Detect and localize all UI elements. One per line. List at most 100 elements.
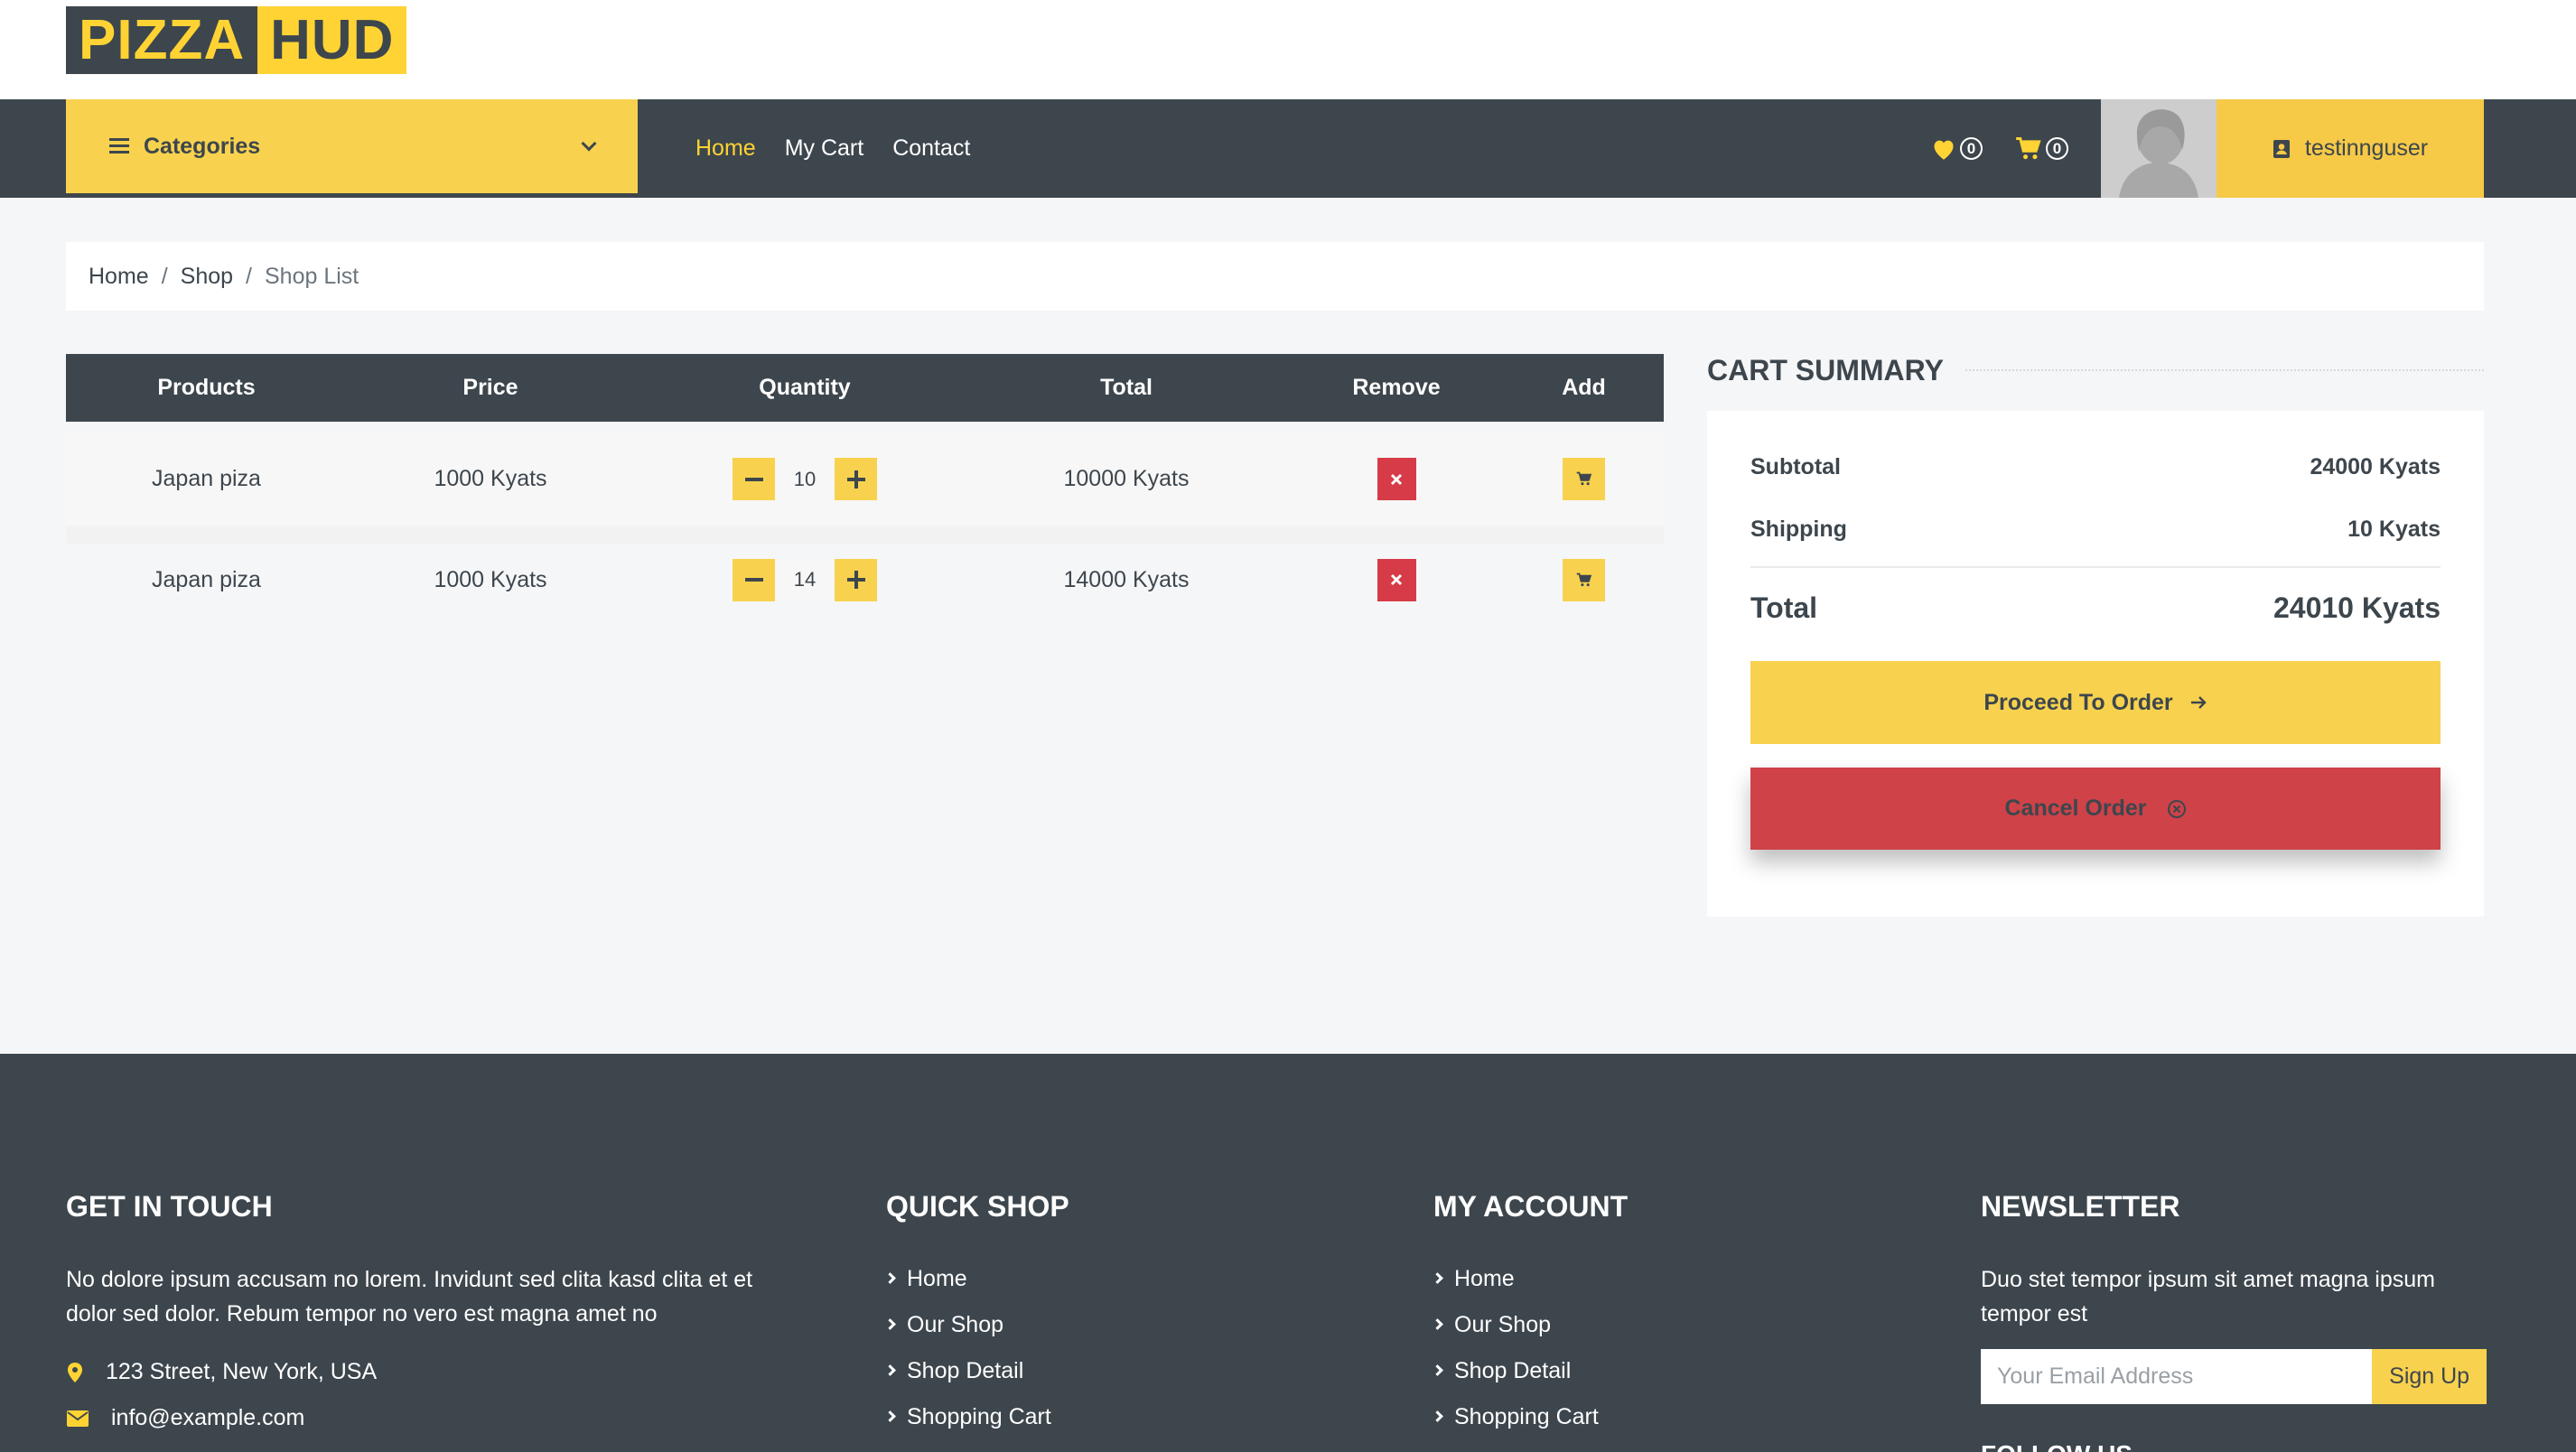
total-value: 24010 Kyats bbox=[2273, 591, 2441, 624]
shopping-cart-icon bbox=[2016, 136, 2041, 159]
increase-quantity-button[interactable] bbox=[835, 458, 877, 500]
address-text: 123 Street, New York, USA bbox=[106, 1359, 378, 1384]
footer-link-label: Home bbox=[1454, 1266, 1515, 1291]
footer-link-our-shop[interactable]: Our Shop bbox=[1432, 1302, 1885, 1348]
column-header-total: Total bbox=[1100, 375, 1153, 400]
decrease-quantity-button[interactable] bbox=[733, 558, 775, 601]
breadcrumb-separator: / bbox=[161, 263, 168, 289]
chevron-right-icon bbox=[1432, 1317, 1443, 1330]
remove-item-button[interactable] bbox=[1377, 458, 1416, 500]
shipping-row: Shipping 10 Kyats bbox=[1750, 517, 2441, 543]
nav-link-contact[interactable]: Contact bbox=[892, 135, 970, 162]
page: PIZZA HUD Categories Home My Cart Contac… bbox=[0, 0, 2576, 1452]
footer-heading: GET IN TOUCH bbox=[66, 1190, 273, 1223]
username-label: testinnguser bbox=[2304, 135, 2429, 161]
row-total: 14000 Kyats bbox=[1063, 566, 1190, 592]
footer: GET IN TOUCH No dolore ipsum accusam no … bbox=[0, 1054, 2576, 1452]
shipping-label: Shipping bbox=[1750, 517, 1847, 542]
product-name: Japan piza bbox=[152, 566, 261, 592]
footer-link-label: Shop Detail bbox=[1454, 1358, 1572, 1383]
newsletter-form: Sign Up bbox=[1981, 1349, 2487, 1404]
chevron-right-icon bbox=[1432, 1410, 1443, 1422]
cancel-label: Cancel Order bbox=[2004, 796, 2147, 821]
footer-link-shopping-cart[interactable]: Shopping Cart bbox=[1432, 1394, 1885, 1440]
categories-dropdown[interactable]: Categories bbox=[66, 99, 638, 193]
cancel-order-button[interactable]: Cancel Order bbox=[1750, 768, 2441, 850]
avatar[interactable] bbox=[2101, 99, 2217, 198]
brand-part-1: PIZZA bbox=[66, 6, 258, 74]
cart-count-badge: 0 bbox=[2046, 137, 2068, 160]
shopping-cart-icon bbox=[1576, 572, 1591, 586]
footer-link-shopping-cart[interactable]: Shopping Cart bbox=[884, 1394, 1338, 1440]
subtotal-label: Subtotal bbox=[1750, 454, 1841, 479]
breadcrumb-current: Shop List bbox=[264, 263, 359, 289]
breadcrumb: Home / Shop / Shop List bbox=[66, 242, 2484, 311]
close-icon bbox=[1390, 573, 1403, 586]
nav-link-home[interactable]: Home bbox=[695, 135, 756, 162]
nav-icons: 0 0 bbox=[1931, 99, 2068, 198]
footer-link-label: Shop Detail bbox=[907, 1358, 1024, 1383]
row-total: 10000 Kyats bbox=[1063, 466, 1190, 491]
increase-quantity-button[interactable] bbox=[835, 558, 877, 601]
add-cell bbox=[1516, 458, 1652, 500]
footer-link-shop-detail[interactable]: Shop Detail bbox=[884, 1348, 1338, 1394]
user-card-icon bbox=[2273, 139, 2290, 158]
minus-icon bbox=[744, 477, 763, 481]
column-header-remove: Remove bbox=[1352, 375, 1441, 400]
product-price: 1000 Kyats bbox=[434, 466, 547, 491]
menu-icon bbox=[109, 138, 129, 154]
quantity-value[interactable]: 14 bbox=[775, 558, 835, 601]
brand-logo[interactable]: PIZZA HUD bbox=[66, 6, 407, 74]
wishlist-button[interactable]: 0 bbox=[1931, 137, 1983, 161]
quantity-stepper: 10 bbox=[634, 458, 975, 500]
add-to-cart-button[interactable] bbox=[1563, 558, 1605, 601]
footer-link-shop-detail[interactable]: Shop Detail bbox=[1432, 1348, 1885, 1394]
total-label: Total bbox=[1750, 591, 1818, 624]
column-header-quantity: Quantity bbox=[759, 375, 851, 400]
breadcrumb-shop[interactable]: Shop bbox=[181, 264, 233, 290]
cart-summary: Subtotal 24000 Kyats Shipping 10 Kyats T… bbox=[1707, 411, 2484, 917]
email-text[interactable]: info@example.com bbox=[111, 1405, 304, 1431]
user-account-button[interactable]: testinnguser bbox=[2217, 99, 2484, 198]
heart-icon bbox=[1934, 140, 1954, 160]
categories-label: Categories bbox=[144, 133, 261, 159]
add-to-cart-button[interactable] bbox=[1563, 458, 1605, 500]
cart-summary-heading: CART SUMMARY bbox=[1707, 352, 2484, 388]
column-header-add: Add bbox=[1562, 375, 1606, 400]
proceed-to-order-button[interactable]: Proceed To Order bbox=[1750, 661, 2441, 744]
footer-link-home[interactable]: Home bbox=[884, 1256, 1338, 1302]
nav-link-my-cart[interactable]: My Cart bbox=[785, 135, 864, 162]
quantity-value[interactable]: 10 bbox=[775, 458, 835, 500]
cart-button[interactable]: 0 bbox=[2015, 136, 2068, 162]
address-row: 123 Street, New York, USA bbox=[66, 1349, 807, 1395]
total-row: Total 24010 Kyats bbox=[1750, 591, 2441, 625]
remove-cell bbox=[1277, 458, 1516, 500]
decrease-quantity-button[interactable] bbox=[733, 458, 775, 500]
footer-heading: NEWSLETTER bbox=[1981, 1190, 2180, 1223]
table-row: Japan piza 1000 Kyats 14 14000 Kyats bbox=[66, 526, 1664, 616]
breadcrumb-separator: / bbox=[246, 263, 252, 289]
footer-link-home[interactable]: Home bbox=[1432, 1256, 1885, 1302]
chevron-right-icon bbox=[1432, 1271, 1443, 1284]
wishlist-count-badge: 0 bbox=[1960, 137, 1983, 160]
footer-my-account: MY ACCOUNT Home Our Shop Shop Detail Sho… bbox=[1432, 1190, 1885, 1440]
proceed-label: Proceed To Order bbox=[1983, 689, 2173, 715]
follow-us-heading: FOLLOW US bbox=[1981, 1440, 2487, 1452]
email-row: info@example.com bbox=[66, 1395, 807, 1441]
top-bar: PIZZA HUD bbox=[0, 0, 2576, 99]
brand-part-2: HUD bbox=[257, 6, 407, 74]
footer-link-our-shop[interactable]: Our Shop bbox=[884, 1302, 1338, 1348]
subtotal-row: Subtotal 24000 Kyats bbox=[1750, 454, 2441, 480]
arrow-right-icon bbox=[2190, 696, 2207, 709]
map-marker-icon bbox=[68, 1362, 82, 1382]
sign-up-button[interactable]: Sign Up bbox=[2372, 1349, 2487, 1404]
chevron-right-icon bbox=[884, 1410, 896, 1422]
cart-summary-title: CART SUMMARY bbox=[1707, 353, 1965, 387]
envelope-icon bbox=[67, 1410, 89, 1427]
chevron-right-icon bbox=[884, 1364, 896, 1376]
breadcrumb-home[interactable]: Home bbox=[89, 264, 149, 290]
newsletter-text: Duo stet tempor ipsum sit amet magna ips… bbox=[1981, 1267, 2435, 1326]
remove-item-button[interactable] bbox=[1377, 558, 1416, 601]
user-silhouette-icon bbox=[2101, 99, 2217, 198]
newsletter-email-input[interactable] bbox=[1981, 1349, 2373, 1404]
